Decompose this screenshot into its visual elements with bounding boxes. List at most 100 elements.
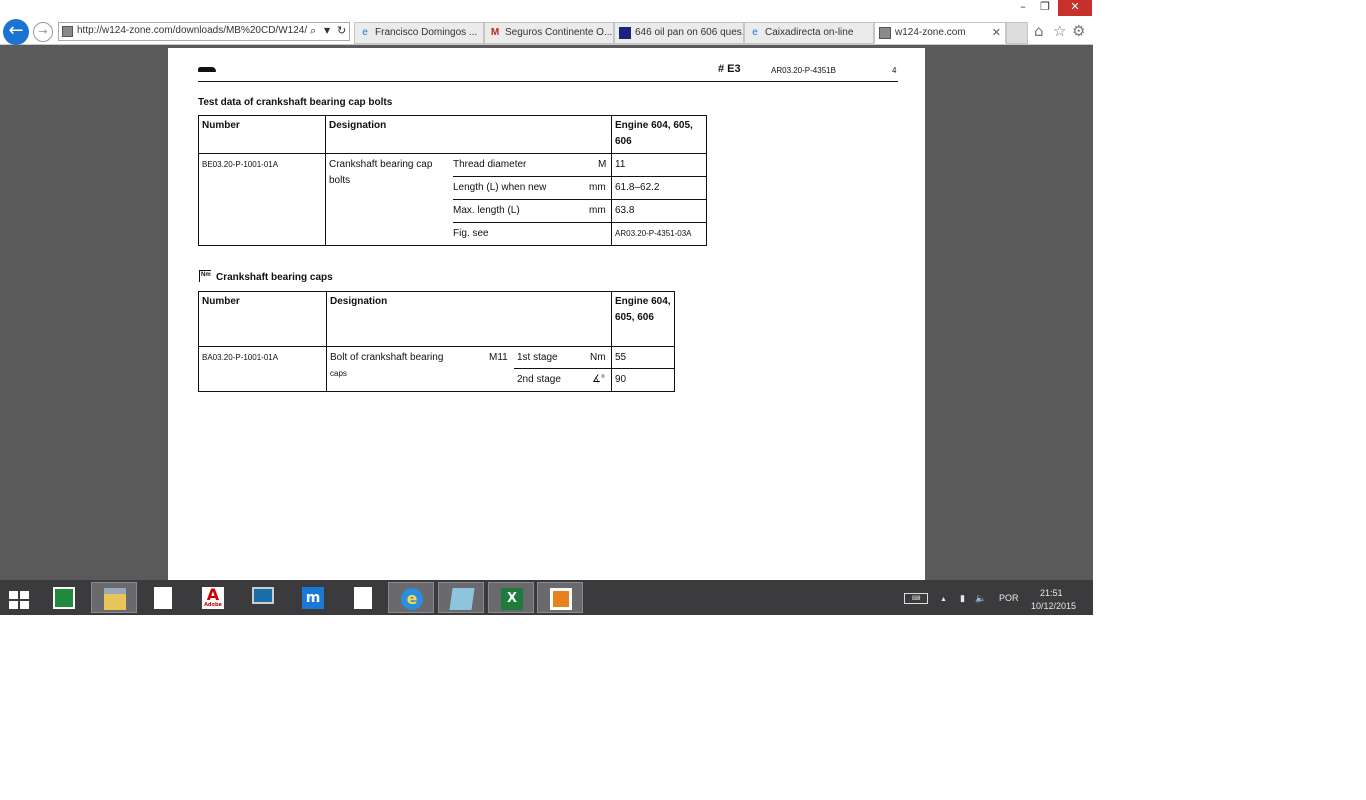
tab-francisco[interactable]: e Francisco Domingos ...	[354, 22, 484, 44]
spec-label: Length (L) when new	[453, 182, 547, 193]
internet-explorer-button[interactable]: e	[388, 582, 434, 613]
new-tab-button[interactable]	[1006, 22, 1028, 44]
stage-unit: ∡°	[592, 374, 605, 385]
gmail-icon: M	[490, 27, 500, 38]
column-header-designation: Designation	[330, 296, 388, 307]
part-designation: Bolt of crankshaft bearing	[330, 352, 444, 363]
stage-label: 1st stage	[517, 352, 558, 363]
spec-value: 11	[615, 159, 626, 170]
document-button-2[interactable]	[340, 582, 386, 613]
part-designation-continued: caps	[330, 369, 347, 378]
clock-time[interactable]: 21:51	[1040, 588, 1063, 598]
column-header-number: Number	[202, 296, 240, 307]
stage-label: 2nd stage	[517, 374, 561, 385]
browser-chrome: – ❐ ✕ ← → http://w124-zone.com/downloads…	[0, 0, 1093, 45]
url-input[interactable]: http://w124-zone.com/downloads/MB%20CD/W…	[77, 25, 307, 36]
column-header-engine: Engine 604, 605, 606	[615, 296, 671, 323]
store-icon	[53, 587, 75, 609]
stage-value: 90	[615, 374, 627, 385]
site-favicon-icon	[62, 26, 73, 37]
home-icon[interactable]: ⌂	[1034, 22, 1044, 40]
store-button[interactable]	[41, 582, 87, 613]
ie-icon: e	[362, 27, 368, 38]
volume-icon[interactable]: 🔈	[975, 593, 986, 604]
tab-label: 646 oil pan on 606 ques...	[635, 27, 744, 38]
address-bar[interactable]: http://w124-zone.com/downloads/MB%20CD/W…	[58, 22, 350, 41]
media-player-icon	[550, 588, 572, 610]
spec-unit: M	[598, 159, 607, 170]
arrow-right-icon: →	[38, 25, 48, 38]
language-indicator[interactable]: POR	[999, 593, 1019, 603]
tab-caixadirecta[interactable]: e Caixadirecta on-line	[744, 22, 874, 44]
spec-value: 61.8–62.2	[615, 182, 660, 193]
excel-button[interactable]: X	[488, 582, 534, 613]
ie-icon: e	[752, 27, 758, 38]
chevron-down-icon[interactable]: ▼	[324, 26, 330, 35]
monitor-button[interactable]	[240, 582, 286, 613]
stage-unit: Nm	[590, 352, 606, 363]
spec-label: Max. length (L)	[453, 205, 520, 216]
start-icon	[9, 591, 30, 610]
spec-label: Fig. see	[453, 228, 489, 239]
tab-label: Seguros Continente O...	[505, 27, 613, 38]
spec-label: Thread diameter	[453, 159, 527, 170]
column-header-designation: Designation	[329, 120, 387, 131]
part-number: BA03.20-P-1001-01A	[202, 353, 279, 362]
file-explorer-icon	[104, 588, 126, 610]
document-code: # E3	[718, 63, 741, 75]
back-button[interactable]: ←	[3, 19, 29, 45]
search-icon[interactable]: ⌕	[310, 24, 316, 38]
column-header-number: Number	[202, 120, 240, 131]
monitor-icon	[252, 587, 274, 604]
spec-unit: mm	[589, 205, 606, 216]
maxthon-button[interactable]: m	[290, 582, 336, 613]
site-icon	[879, 27, 891, 39]
keyboard-icon[interactable]: ⌨	[904, 593, 928, 604]
star-icon[interactable]: ☆	[1053, 22, 1066, 40]
document-icon	[354, 587, 372, 609]
desktop-screen: – ❐ ✕ ← → http://w124-zone.com/downloads…	[0, 0, 1093, 615]
spec-unit: mm	[589, 182, 606, 193]
column-header-engine: Engine 604, 605, 606	[615, 120, 693, 147]
notes-button[interactable]	[438, 582, 484, 613]
test-data-table: Number Designation Engine 604, 605, 606 …	[198, 115, 707, 246]
spec-value: 63.8	[615, 205, 635, 216]
tab-w124-zone[interactable]: w124-zone.com ✕	[874, 22, 1006, 44]
file-explorer-button[interactable]	[91, 582, 137, 613]
close-window-button[interactable]: ✕	[1058, 0, 1092, 16]
document-icon	[154, 587, 172, 609]
restore-button[interactable]: ❐	[1034, 0, 1056, 16]
section-title: Test data of crankshaft bearing cap bolt…	[198, 97, 393, 108]
taskbar: A Adobe m e X	[0, 580, 1093, 615]
media-player-button[interactable]	[537, 582, 583, 613]
part-designation: Crankshaft bearing cap bolts	[329, 159, 433, 186]
tab-seguros[interactable]: M Seguros Continente O...	[484, 22, 614, 44]
tab-oil-pan[interactable]: 646 oil pan on 606 ques...	[614, 22, 744, 44]
document-page: # E3 AR03.20-P-4351B 4 Test data of cran…	[168, 48, 925, 580]
start-button[interactable]	[0, 582, 40, 613]
page-number: 4	[892, 66, 897, 75]
excel-icon: X	[501, 588, 523, 610]
close-icon[interactable]: ✕	[992, 23, 1001, 43]
tray-expand-icon[interactable]: ▲	[940, 596, 947, 603]
tab-label: Caixadirecta on-line	[765, 27, 854, 38]
document-button[interactable]	[140, 582, 186, 613]
forward-button[interactable]: →	[33, 22, 53, 42]
maxthon-icon: m	[302, 587, 324, 609]
notes-icon	[449, 588, 475, 610]
internet-explorer-icon: e	[401, 588, 423, 610]
minimize-button[interactable]: –	[1012, 0, 1034, 16]
stage-value: 55	[615, 352, 627, 363]
adobe-button[interactable]: A Adobe	[190, 582, 236, 613]
refresh-icon[interactable]: ↻	[337, 24, 346, 37]
tab-label: w124-zone.com	[895, 27, 966, 38]
adobe-icon: A Adobe	[202, 587, 224, 609]
battery-icon[interactable]: ▮	[960, 593, 965, 604]
spec-value: AR03.20-P-4351-03A	[615, 229, 692, 238]
adobe-label: Adobe	[204, 602, 222, 608]
clock-date[interactable]: 10/12/2015	[1031, 601, 1076, 611]
document-reference: AR03.20-P-4351B	[771, 66, 836, 75]
car-logo-icon	[198, 67, 216, 72]
gear-icon[interactable]: ⚙	[1072, 22, 1085, 40]
torque-table: Number Designation Engine 604, 605, 606 …	[198, 291, 675, 392]
